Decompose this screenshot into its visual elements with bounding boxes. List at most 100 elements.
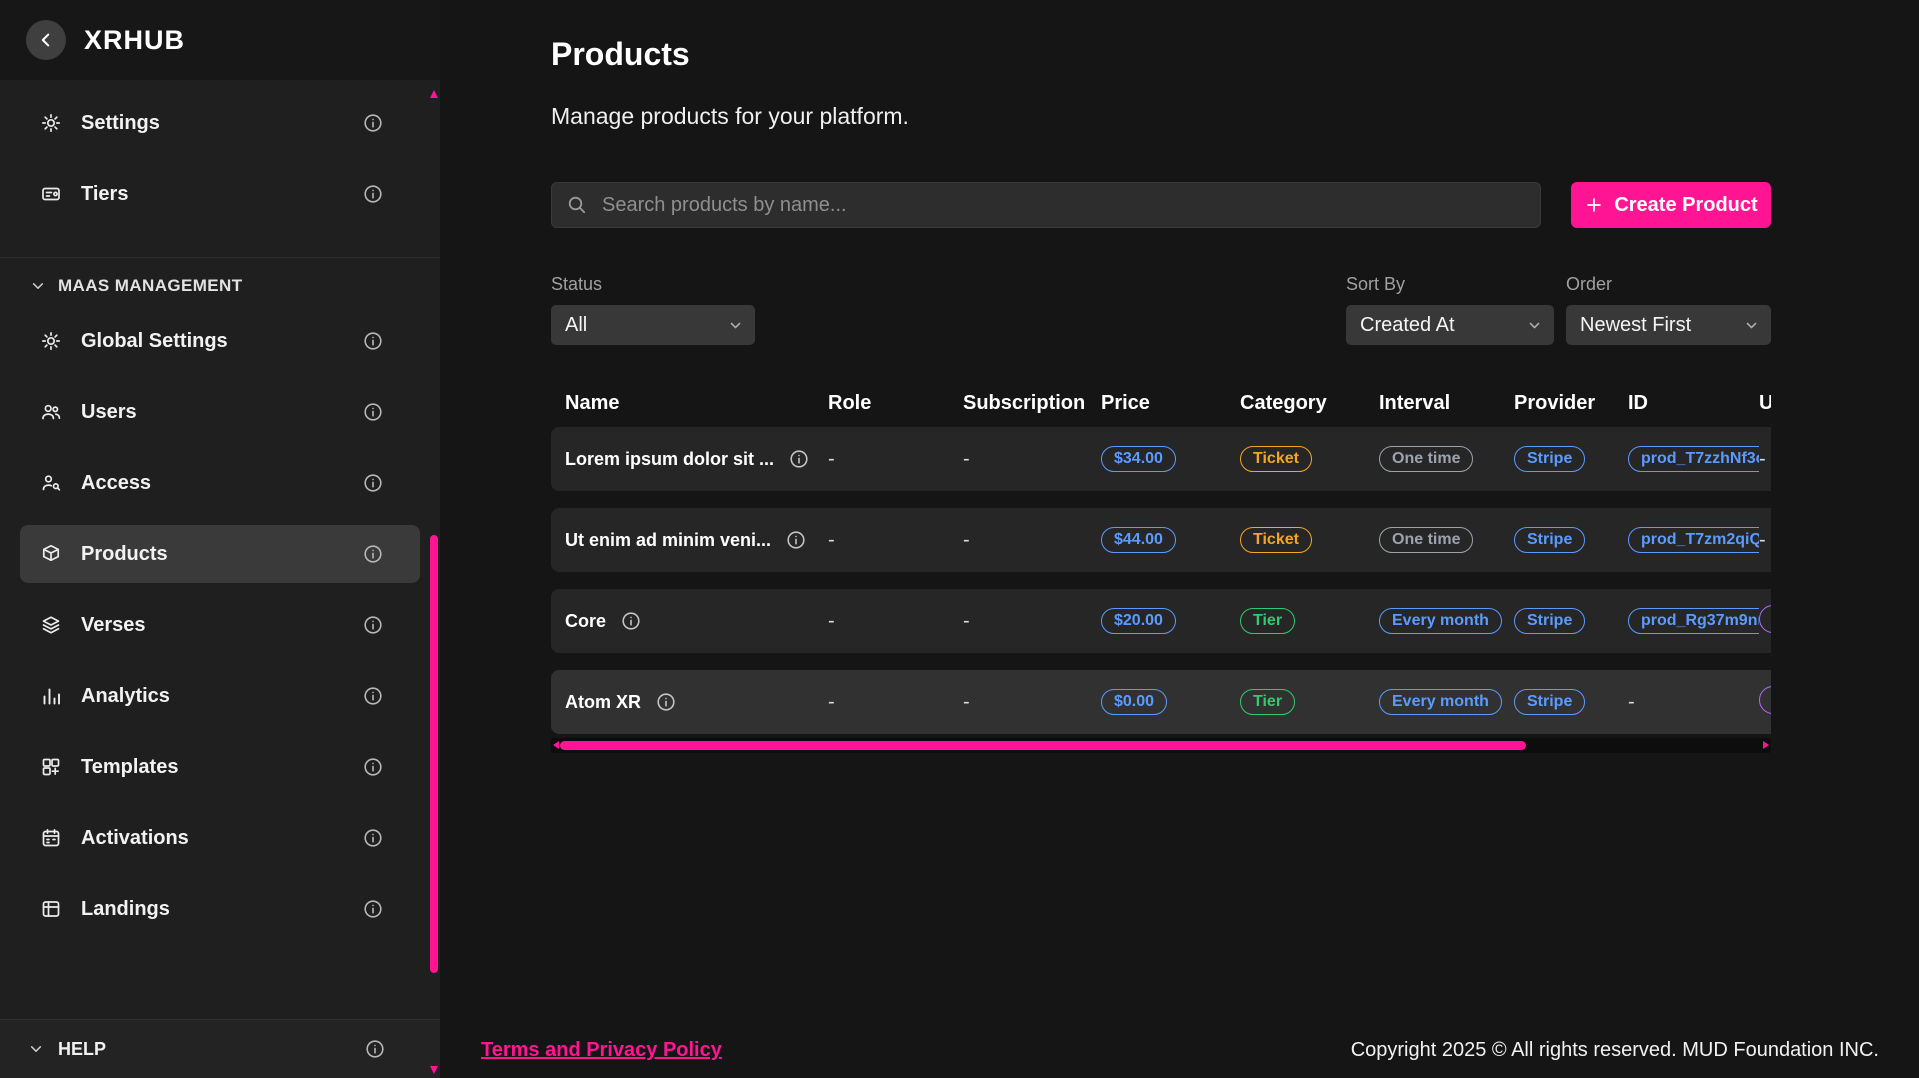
- scroll-left-arrow[interactable]: [553, 741, 559, 749]
- column-header-category: Category: [1240, 392, 1379, 415]
- info-icon[interactable]: [362, 898, 384, 920]
- sidebar-section-maas: MAAS MANAGEMENT Global Settings Users: [0, 257, 440, 938]
- search-input[interactable]: [600, 193, 1526, 218]
- interval-badge: One time: [1379, 527, 1473, 553]
- sidebar-scrollbar[interactable]: [430, 88, 438, 1078]
- scroll-right-arrow[interactable]: [1763, 741, 1769, 749]
- layout-icon: [40, 898, 62, 920]
- chevron-down-icon: [728, 318, 743, 333]
- sidebar-item-settings[interactable]: Settings: [20, 94, 420, 152]
- sidebar-item-templates[interactable]: Templates: [20, 738, 420, 796]
- scroll-up-arrow[interactable]: [430, 90, 438, 98]
- sidebar-item-label: Templates: [81, 756, 178, 779]
- help-label: HELP: [58, 1039, 106, 1060]
- category-badge: Ticket: [1240, 527, 1312, 553]
- cell-product-id: -: [1628, 691, 1759, 714]
- search-icon: [566, 194, 588, 216]
- sidebar-item-activations[interactable]: Activations: [20, 809, 420, 867]
- cell-subscription: -: [963, 691, 1101, 714]
- status-select[interactable]: All: [551, 305, 755, 345]
- chevron-down-icon: [28, 1041, 44, 1057]
- sidebar-item-label: Users: [81, 401, 137, 424]
- column-header-subscription: Subscription: [963, 392, 1101, 415]
- column-header-name: Name: [565, 392, 828, 415]
- sidebar-scrollbar-thumb[interactable]: [430, 535, 438, 973]
- table-row[interactable]: Lorem ipsum dolor sit ... - - $34.00 Tic…: [551, 427, 1771, 491]
- box-icon: [40, 543, 62, 565]
- info-icon[interactable]: [362, 756, 384, 778]
- order-select[interactable]: Newest First: [1566, 305, 1771, 345]
- app-title: XRHUB: [84, 25, 185, 56]
- column-header-role: Role: [828, 392, 963, 415]
- cell-updated: -: [1759, 529, 1771, 552]
- info-icon[interactable]: [655, 691, 677, 713]
- provider-badge: Stripe: [1514, 527, 1585, 553]
- sidebar-item-products[interactable]: Products: [20, 525, 420, 583]
- filters-bar: Status All Sort By Created At: [551, 274, 1771, 345]
- chevron-down-icon: [1744, 318, 1759, 333]
- sort-select[interactable]: Created At: [1346, 305, 1554, 345]
- sidebar-item-global-settings[interactable]: Global Settings: [20, 312, 420, 370]
- sidebar-item-landings[interactable]: Landings: [20, 880, 420, 938]
- sidebar: XRHUB Settings Tiers MAAS MANAGEMENT: [0, 0, 440, 1078]
- horizontal-scrollbar-thumb[interactable]: [560, 741, 1526, 750]
- provider-badge: Stripe: [1514, 689, 1585, 715]
- scroll-down-arrow[interactable]: [430, 1066, 438, 1074]
- create-product-button[interactable]: Create Product: [1571, 182, 1771, 228]
- info-icon[interactable]: [362, 401, 384, 423]
- product-id-badge: prod_T7zzhNf3c: [1628, 446, 1759, 472]
- info-icon[interactable]: [785, 529, 807, 551]
- products-table: Name Role Subscription Price Category In…: [551, 379, 1771, 753]
- info-icon[interactable]: [362, 614, 384, 636]
- horizontal-scrollbar[interactable]: [551, 738, 1771, 753]
- info-icon[interactable]: [364, 1038, 386, 1060]
- sidebar-item-label: Access: [81, 472, 151, 495]
- info-icon[interactable]: [620, 610, 642, 632]
- product-id-badge: prod_Rg37m9nr: [1628, 608, 1759, 634]
- sidebar-item-analytics[interactable]: Analytics: [20, 667, 420, 725]
- product-name: Atom XR: [565, 692, 641, 713]
- status-select-value: All: [565, 314, 587, 337]
- info-icon[interactable]: [362, 543, 384, 565]
- column-header-id: ID: [1628, 392, 1759, 415]
- sidebar-nav: Settings Tiers MAAS MANAGEMENT Global S: [0, 80, 440, 938]
- sidebar-collapse-button[interactable]: [26, 20, 66, 60]
- cell-subscription: -: [963, 610, 1101, 633]
- order-select-value: Newest First: [1580, 314, 1691, 337]
- info-icon[interactable]: [362, 330, 384, 352]
- gear-icon: [40, 112, 62, 134]
- terms-privacy-link[interactable]: Terms and Privacy Policy: [481, 1039, 722, 1062]
- sidebar-item-tiers[interactable]: Tiers: [20, 165, 420, 223]
- section-label: MAAS MANAGEMENT: [58, 276, 243, 296]
- maas-section-toggle[interactable]: MAAS MANAGEMENT: [0, 276, 440, 312]
- interval-badge: Every month: [1379, 689, 1502, 715]
- info-icon[interactable]: [362, 472, 384, 494]
- copyright-text: Copyright 2025 © All rights reserved. MU…: [1351, 1039, 1879, 1062]
- info-icon[interactable]: [362, 685, 384, 707]
- info-icon[interactable]: [788, 448, 810, 470]
- footer: Terms and Privacy Policy Copyright 2025 …: [481, 1039, 1879, 1062]
- plus-icon: [1584, 195, 1604, 215]
- sidebar-item-label: Products: [81, 543, 168, 566]
- sidebar-item-users[interactable]: Users: [20, 383, 420, 441]
- table-row[interactable]: Core - - $20.00 Tier Every month Stripe …: [551, 589, 1771, 653]
- order-filter: Order Newest First: [1566, 274, 1771, 345]
- price-badge: $0.00: [1101, 689, 1167, 715]
- cell-role: -: [828, 691, 963, 714]
- help-section-toggle[interactable]: HELP: [0, 1019, 440, 1078]
- table-row[interactable]: Ut enim ad minim veni... - - $44.00 Tick…: [551, 508, 1771, 572]
- sidebar-item-verses[interactable]: Verses: [20, 596, 420, 654]
- calendar-icon: [40, 827, 62, 849]
- price-badge: $34.00: [1101, 446, 1176, 472]
- search-box[interactable]: [551, 182, 1541, 228]
- info-icon[interactable]: [362, 827, 384, 849]
- product-id-badge: prod_T7zm2qiQ: [1628, 527, 1759, 553]
- sidebar-item-access[interactable]: Access: [20, 454, 420, 512]
- cell-role: -: [828, 529, 963, 552]
- main-content: Products Manage products for your platfo…: [440, 0, 1919, 1078]
- tiers-icon: [40, 183, 62, 205]
- info-icon[interactable]: [362, 183, 384, 205]
- table-row[interactable]: Atom XR - - $0.00 Tier Every month Strip…: [551, 670, 1771, 734]
- category-badge: Ticket: [1240, 446, 1312, 472]
- info-icon[interactable]: [362, 112, 384, 134]
